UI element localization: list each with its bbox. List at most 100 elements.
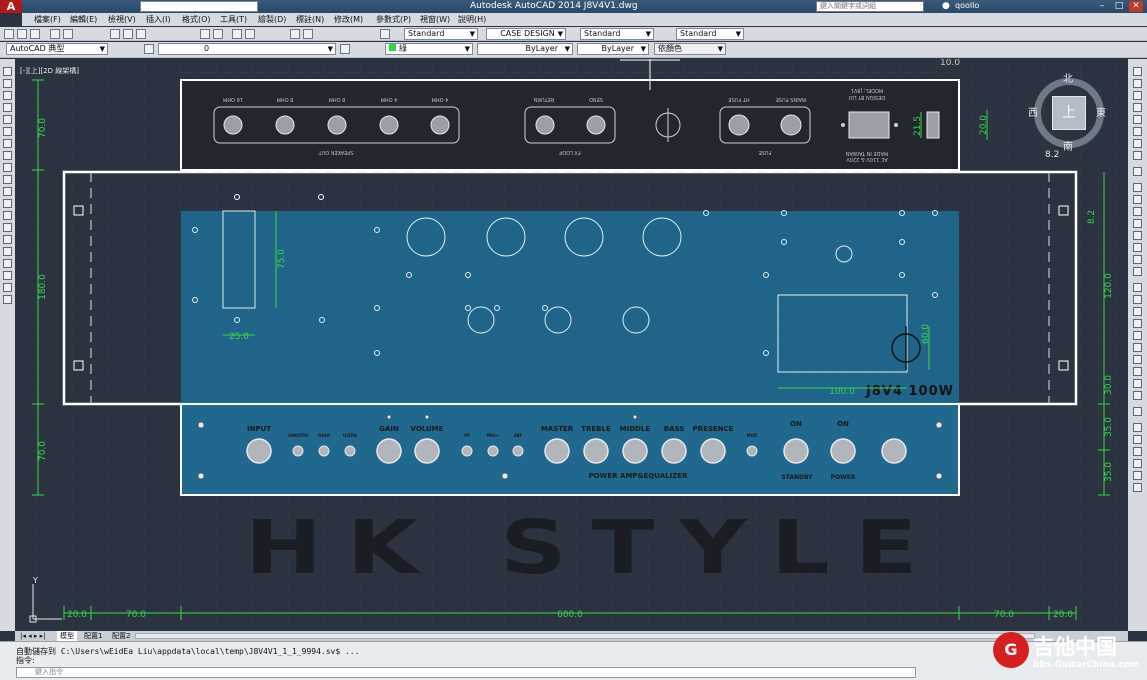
menu-file[interactable]: 檔案(F) bbox=[34, 14, 61, 25]
jack-send[interactable] bbox=[586, 115, 606, 135]
quick-dimension-icon[interactable] bbox=[1133, 379, 1142, 388]
close-button[interactable]: ✕ bbox=[1129, 1, 1143, 12]
region-icon[interactable] bbox=[3, 259, 12, 268]
layer-off-icon[interactable] bbox=[1133, 471, 1142, 480]
toggle-ultra[interactable] bbox=[344, 445, 356, 457]
volume-knob[interactable] bbox=[414, 438, 440, 464]
move-icon[interactable] bbox=[1133, 127, 1142, 136]
tab-layout1[interactable]: 配置1 bbox=[81, 631, 105, 641]
polygon-icon[interactable] bbox=[3, 103, 12, 112]
table-style-combo[interactable]: Standard ▼ bbox=[580, 28, 654, 40]
layer-isolate-icon[interactable] bbox=[1133, 447, 1142, 456]
compass-south[interactable]: 南 bbox=[1063, 138, 1073, 153]
power-socket[interactable] bbox=[848, 111, 890, 139]
tab-model[interactable]: 模型 bbox=[57, 631, 77, 641]
dimension-arc-icon[interactable] bbox=[1133, 307, 1142, 316]
power-switch[interactable] bbox=[830, 438, 856, 464]
pilot-lamp[interactable] bbox=[881, 438, 907, 464]
point-icon[interactable] bbox=[3, 223, 12, 232]
tab-layout2[interactable]: 配置2 bbox=[109, 631, 133, 641]
copy-object-icon[interactable] bbox=[1133, 79, 1142, 88]
break-icon[interactable] bbox=[1133, 219, 1142, 228]
chassis-plate[interactable] bbox=[181, 211, 959, 404]
bass-knob[interactable] bbox=[661, 438, 687, 464]
menu-format[interactable]: 格式(O) bbox=[182, 14, 211, 25]
presence-knob[interactable] bbox=[700, 438, 726, 464]
table-icon[interactable] bbox=[3, 271, 12, 280]
menu-tools[interactable]: 工具(T) bbox=[220, 14, 247, 25]
ellipse-arc-icon[interactable] bbox=[3, 187, 12, 196]
save-icon[interactable] bbox=[30, 29, 40, 39]
treble-knob[interactable] bbox=[583, 438, 609, 464]
trim-icon[interactable] bbox=[1133, 195, 1142, 204]
layer-combo[interactable]: 0 ▼ bbox=[158, 43, 336, 55]
input-jack[interactable] bbox=[246, 438, 272, 464]
offset-icon[interactable] bbox=[1133, 103, 1142, 112]
multileader-style-combo[interactable]: Standard ▼ bbox=[676, 28, 744, 40]
pan-icon[interactable] bbox=[232, 29, 242, 39]
array-icon[interactable] bbox=[1133, 115, 1142, 124]
minimize-button[interactable]: – bbox=[1095, 1, 1109, 12]
viewcube[interactable]: 上 北 南 東 西 bbox=[1028, 72, 1110, 154]
middle-knob[interactable] bbox=[622, 438, 648, 464]
command-input[interactable]: 鍵入指令 bbox=[16, 667, 916, 678]
cut-icon[interactable] bbox=[110, 29, 120, 39]
jack-return[interactable] bbox=[535, 115, 555, 135]
jack-16ohm[interactable] bbox=[223, 115, 243, 135]
menu-edit[interactable]: 編輯(E) bbox=[70, 14, 97, 25]
dimension-diameter-icon[interactable] bbox=[1133, 355, 1142, 364]
layer-properties-icon[interactable] bbox=[144, 44, 154, 54]
dimension-baseline-icon[interactable] bbox=[1133, 391, 1142, 400]
line-icon[interactable] bbox=[3, 67, 12, 76]
dimension-aligned-icon[interactable] bbox=[1133, 295, 1142, 304]
insert-block-icon[interactable] bbox=[3, 199, 12, 208]
viewport-controls[interactable]: [-][上][2D 線架構] bbox=[20, 66, 79, 76]
circle-icon[interactable] bbox=[3, 139, 12, 148]
preview-icon[interactable] bbox=[63, 29, 73, 39]
tab-nav-arrows[interactable]: |◂ ◂ ▸ ▸| bbox=[17, 631, 48, 641]
jack-4ohm-b[interactable] bbox=[430, 115, 450, 135]
user-name[interactable]: qoollo bbox=[955, 1, 979, 10]
copy-icon[interactable] bbox=[123, 29, 133, 39]
menu-window[interactable]: 視窗(W) bbox=[420, 14, 450, 25]
polyline-icon[interactable] bbox=[3, 91, 12, 100]
autocad-logo-icon[interactable]: A bbox=[0, 0, 22, 13]
search-input[interactable]: 鍵入關鍵字或詞組 bbox=[816, 1, 924, 12]
dim-style-combo[interactable]: CASE DESIGN ▼ bbox=[486, 28, 566, 40]
linetype-combo[interactable]: ByLayer ▼ bbox=[477, 43, 573, 55]
lineweight-combo[interactable]: ByLayer ▼ bbox=[577, 43, 649, 55]
scale-icon[interactable] bbox=[1133, 151, 1142, 160]
menu-draw[interactable]: 繪製(D) bbox=[258, 14, 286, 25]
toggle-fat[interactable] bbox=[512, 445, 524, 457]
menu-view[interactable]: 檢視(V) bbox=[108, 14, 136, 25]
dimension-radius-icon[interactable] bbox=[1133, 331, 1142, 340]
toggle-vp[interactable] bbox=[461, 445, 473, 457]
ellipse-icon[interactable] bbox=[3, 175, 12, 184]
viewcube-top-face[interactable]: 上 bbox=[1052, 96, 1086, 130]
match-properties-icon[interactable] bbox=[1133, 167, 1142, 176]
new-icon[interactable] bbox=[4, 29, 14, 39]
toggle-smooth[interactable] bbox=[292, 445, 304, 457]
layer-walk-icon[interactable] bbox=[1133, 435, 1142, 444]
revision-cloud-icon[interactable] bbox=[3, 151, 12, 160]
add-selected-icon[interactable] bbox=[3, 295, 12, 304]
menu-help[interactable]: 說明(H) bbox=[458, 14, 486, 25]
help-icon[interactable] bbox=[380, 29, 390, 39]
gain-knob[interactable] bbox=[376, 438, 402, 464]
horizontal-scrollbar[interactable] bbox=[135, 633, 1035, 639]
properties-icon[interactable] bbox=[290, 29, 300, 39]
mtext-icon[interactable] bbox=[3, 283, 12, 292]
toggle-high[interactable] bbox=[318, 445, 330, 457]
chamfer-icon[interactable] bbox=[1133, 255, 1142, 264]
compass-north[interactable]: 北 bbox=[1063, 70, 1073, 85]
dimension-linear-icon[interactable] bbox=[1133, 283, 1142, 292]
spline-icon[interactable] bbox=[3, 163, 12, 172]
print-icon[interactable] bbox=[50, 29, 60, 39]
master-knob[interactable] bbox=[544, 438, 570, 464]
jack-8ohm-b[interactable] bbox=[327, 115, 347, 135]
color-combo[interactable]: 綠 ▼ bbox=[385, 43, 473, 55]
menu-parametric[interactable]: 參數式(P) bbox=[376, 14, 411, 25]
user-icon[interactable]: ● bbox=[942, 1, 950, 11]
gradient-icon[interactable] bbox=[3, 247, 12, 256]
arc-icon[interactable] bbox=[3, 127, 12, 136]
